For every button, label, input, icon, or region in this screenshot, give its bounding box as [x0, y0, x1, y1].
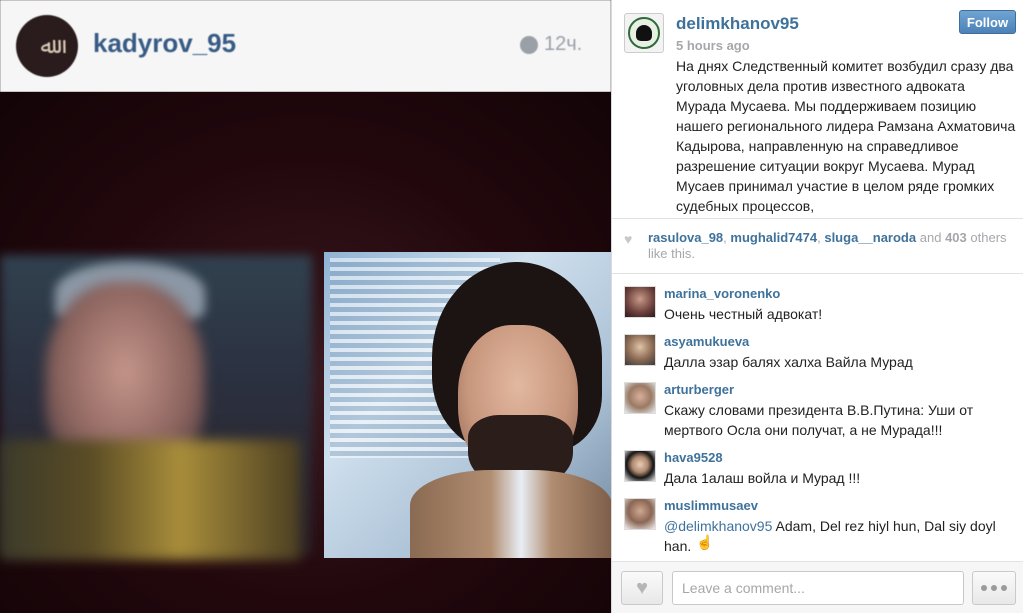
photo-embedded-time: 12ч. [520, 33, 582, 56]
likes-and-word: and [919, 230, 942, 245]
comment-username[interactable]: marina_voronenko [664, 286, 780, 301]
comment-text: Скажу словами президента В.В.Путина: Уши… [664, 402, 974, 438]
emblem-icon [628, 17, 660, 49]
post-timestamp[interactable]: 5 hours ago [676, 38, 750, 53]
likes-row: ♥ rasulova_98, mughalid7474, sluga__naro… [612, 226, 1023, 266]
heart-icon: ♥ [624, 231, 633, 247]
photo-embedded-username: kadyrov_95 [93, 28, 237, 58]
photo-embedded-avatar: ﷲ [16, 15, 78, 77]
comment-username[interactable]: muslimmusaev [664, 498, 758, 513]
divider [612, 273, 1023, 274]
comment-text: Дала 1алаш войла и Мурад !!! [664, 470, 861, 486]
comment-text: Далла эзар балях халха Вайла Мурад [664, 354, 913, 370]
hand-cursor-icon: ☝ [696, 534, 714, 550]
post-header: delimkhanov95 5 hours ago Follow На днях… [612, 0, 1023, 218]
more-dots-icon [981, 585, 987, 591]
avatar[interactable] [624, 450, 656, 482]
avatar[interactable] [624, 498, 656, 530]
more-options-button[interactable] [972, 571, 1016, 605]
post-caption: На днях Следственный комитет возбудил ср… [676, 58, 1016, 214]
comment-username[interactable]: arturberger [664, 382, 734, 397]
comment-text: @delimkhanov95 Adam, Del rez hiyl hun, D… [664, 516, 1014, 556]
comment-mention-link[interactable]: @delimkhanov95 [664, 518, 772, 534]
liker-link[interactable]: mughalid7474 [730, 230, 817, 245]
comment-input[interactable] [672, 571, 964, 605]
comment-username[interactable]: asyamukueva [664, 334, 749, 349]
follow-button[interactable]: Follow [959, 10, 1016, 34]
comment-username[interactable]: hava9528 [664, 450, 723, 465]
avatar[interactable] [624, 286, 656, 318]
photo-embedded-header: ﷲ kadyrov_95 12ч. [0, 0, 611, 92]
avatar[interactable] [624, 334, 656, 366]
avatar[interactable] [624, 382, 656, 414]
liker-link[interactable]: rasulova_98 [648, 230, 723, 245]
post-photo[interactable]: ﷲ kadyrov_95 12ч. [0, 0, 611, 613]
comment-bar: ♥ [612, 561, 1023, 613]
liker-link[interactable]: sluga__naroda [824, 230, 916, 245]
like-button[interactable]: ♥ [621, 571, 663, 605]
likes-count[interactable]: 403 [945, 230, 967, 245]
comment-text: Очень честный адвокат! [664, 306, 823, 322]
heart-icon: ♥ [636, 576, 648, 599]
divider [612, 218, 1023, 219]
owner-avatar[interactable] [624, 13, 664, 53]
likes-text: rasulova_98, mughalid7474, sluga__naroda… [648, 230, 1007, 261]
post-sidebar: delimkhanov95 5 hours ago Follow На днях… [611, 0, 1023, 613]
clock-icon [520, 35, 538, 54]
owner-username[interactable]: delimkhanov95 [676, 14, 799, 34]
photo-left-person-uniform [0, 440, 300, 560]
photo-right-person-coat [410, 470, 611, 558]
photo-embedded-time-text: 12ч. [544, 33, 583, 55]
